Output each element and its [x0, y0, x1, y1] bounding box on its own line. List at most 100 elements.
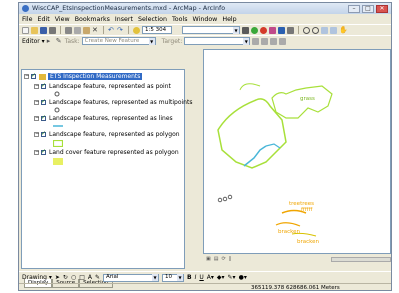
font-combo[interactable]: Arial ▼: [103, 273, 159, 282]
title-bar: WiscCAP_EtsInspectionMeasurements.mxd - …: [19, 3, 391, 14]
layer-name[interactable]: Landscape features, represented as multi…: [49, 99, 192, 106]
polygon-symbol-icon: [53, 140, 63, 147]
scale-value: 1:5 304: [145, 26, 167, 33]
add-data-icon[interactable]: [133, 26, 140, 34]
catalog-icon[interactable]: [260, 26, 267, 34]
map-canvas[interactable]: grass treetrees ffffff bracken bracken: [204, 50, 390, 253]
zoom-whole-page-icon[interactable]: ○: [71, 274, 76, 281]
pan-icon[interactable]: ✋: [339, 26, 348, 34]
horizontal-scrollbar[interactable]: [331, 256, 391, 262]
open-folder-icon[interactable]: [31, 26, 38, 34]
menu-view[interactable]: View: [55, 16, 70, 23]
arctoolbox-icon[interactable]: [251, 26, 258, 34]
layer-checkbox[interactable]: [41, 130, 46, 137]
pause-icon[interactable]: ∥: [229, 256, 232, 262]
menu-help[interactable]: Help: [222, 16, 236, 23]
scale-combo[interactable]: 1:5 304: [142, 26, 172, 34]
collapse-icon[interactable]: −: [24, 74, 29, 79]
font-color-icon[interactable]: A▾: [207, 274, 214, 281]
layer-row[interactable]: − Landscape feature, represented as poin…: [34, 82, 171, 90]
attributes-icon[interactable]: [270, 37, 278, 45]
collapse-icon[interactable]: −: [34, 150, 39, 155]
paste-icon[interactable]: [83, 26, 90, 34]
layout-view-icon[interactable]: ▤: [214, 256, 219, 262]
split-tool-icon[interactable]: [252, 37, 260, 45]
layer-group-row[interactable]: − ETS Inspection Measurements: [24, 72, 143, 80]
redo-icon[interactable]: ↷: [117, 26, 124, 34]
menu-selection[interactable]: Selection: [138, 16, 167, 23]
drawing-menu[interactable]: Drawing ▾: [22, 274, 52, 281]
layer-checkbox[interactable]: [41, 114, 46, 121]
menu-bookmarks[interactable]: Bookmarks: [75, 16, 110, 23]
menu-insert[interactable]: Insert: [115, 16, 133, 23]
layer-row[interactable]: − Landscape feature, represented as poly…: [34, 130, 180, 138]
bold-button[interactable]: B: [187, 274, 192, 281]
data-view-icon[interactable]: ▣: [206, 256, 211, 262]
print-icon[interactable]: [49, 26, 56, 34]
rotate-tool-icon[interactable]: [261, 37, 269, 45]
marker-color-icon[interactable]: ●▾: [239, 274, 247, 281]
font-size-combo[interactable]: 10 ▼: [162, 273, 184, 282]
fill-color-icon[interactable]: ◆▾: [217, 274, 225, 281]
grass-polygon[interactable]: [271, 85, 333, 119]
target-combo[interactable]: ▼: [184, 37, 251, 45]
model-builder-icon[interactable]: [269, 26, 276, 34]
layer-row[interactable]: − Landscape features, represented as lin…: [34, 114, 173, 122]
layer-row[interactable]: − Landscape features, represented as mul…: [34, 98, 192, 106]
refresh-icon[interactable]: ⟳: [221, 256, 225, 262]
undo-icon[interactable]: ↶: [108, 26, 115, 34]
python-icon[interactable]: [278, 26, 285, 34]
layer-name[interactable]: Landscape features, represented as lines: [49, 115, 173, 122]
italic-button[interactable]: I: [195, 274, 197, 281]
menu-edit[interactable]: Edit: [38, 16, 50, 23]
layer-name[interactable]: Landscape feature, represented as point: [49, 83, 171, 90]
fixed-zoom-icon[interactable]: [321, 26, 328, 34]
layer-name[interactable]: Landscape feature, represented as polygo…: [49, 131, 180, 138]
line-color-icon[interactable]: ✎▾: [228, 274, 236, 281]
copy-icon[interactable]: [74, 26, 81, 34]
editor-toolbar-icon[interactable]: [242, 26, 249, 34]
rotate-icon[interactable]: ↻: [63, 274, 68, 281]
text-tool-icon[interactable]: A: [88, 274, 92, 281]
help-icon[interactable]: [287, 26, 294, 34]
layer-checkbox[interactable]: [41, 82, 46, 89]
collapse-icon[interactable]: −: [34, 100, 39, 105]
zoom-in-icon[interactable]: [303, 26, 310, 34]
delete-icon[interactable]: ✕: [92, 26, 99, 34]
point-features[interactable]: [217, 194, 233, 203]
editor-menu[interactable]: Editor ▾: [22, 38, 45, 45]
layer-row[interactable]: − Land cover feature represented as poly…: [34, 148, 179, 156]
menu-file[interactable]: File: [22, 16, 33, 23]
layer-checkbox[interactable]: [41, 98, 46, 105]
layer-group-checkbox[interactable]: [31, 72, 36, 79]
new-document-icon[interactable]: [22, 26, 29, 34]
layer-name[interactable]: Land cover feature represented as polygo…: [49, 149, 179, 156]
save-icon[interactable]: [40, 26, 47, 34]
collapse-icon[interactable]: −: [34, 84, 39, 89]
full-extent-icon[interactable]: [330, 26, 337, 34]
close-button[interactable]: ✕: [376, 4, 388, 13]
collapse-icon[interactable]: −: [34, 132, 39, 137]
underline-button[interactable]: U: [199, 274, 203, 281]
task-combo[interactable]: Create New Feature ▼: [81, 37, 156, 45]
rectangle-icon[interactable]: □: [79, 274, 85, 281]
collapse-icon[interactable]: −: [34, 116, 39, 121]
layer-combo[interactable]: ▼: [182, 26, 240, 34]
select-elements-icon[interactable]: ➤: [55, 274, 60, 281]
cut-icon[interactable]: [65, 26, 72, 34]
chevron-down-icon: ▼: [233, 26, 239, 34]
minimize-button[interactable]: –: [348, 4, 360, 13]
maximize-button[interactable]: □: [362, 4, 374, 13]
menu-window[interactable]: Window: [193, 16, 218, 23]
edit-vertices-icon[interactable]: ✎: [95, 274, 100, 281]
layer-checkbox[interactable]: [41, 148, 46, 155]
edit-tool-icon[interactable]: ▸: [47, 37, 54, 45]
yellow-polygon-outline[interactable]: [239, 83, 261, 91]
sketch-properties-icon[interactable]: [279, 37, 287, 45]
layer-group-name[interactable]: ETS Inspection Measurements: [48, 73, 143, 80]
sketch-tool-icon[interactable]: ✎: [56, 37, 63, 45]
map-view[interactable]: grass treetrees ffffff bracken bracken: [203, 49, 391, 254]
zoom-out-icon[interactable]: [312, 26, 319, 34]
stream-line[interactable]: [265, 143, 281, 149]
menu-tools[interactable]: Tools: [172, 16, 188, 23]
